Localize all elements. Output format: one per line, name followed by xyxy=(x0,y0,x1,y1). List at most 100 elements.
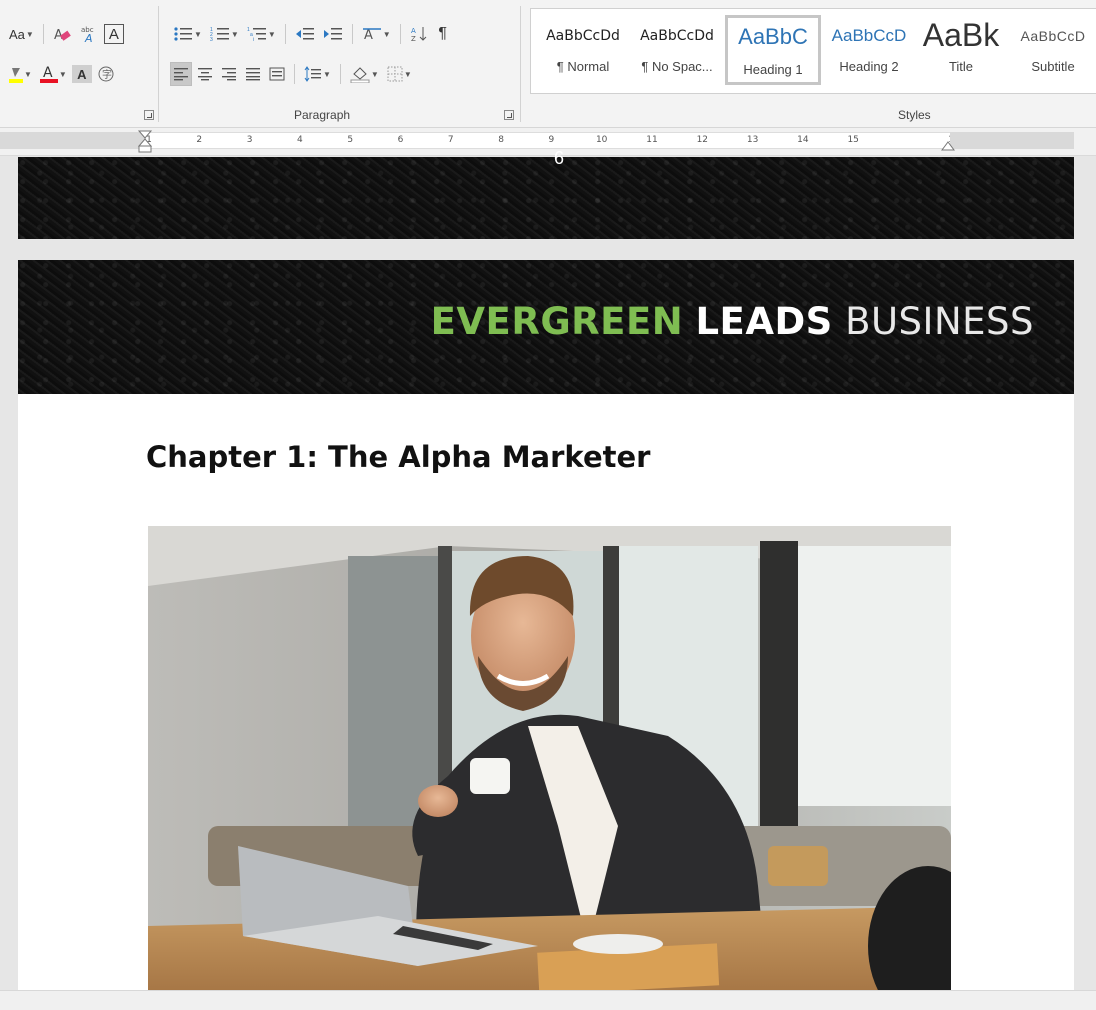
character-shading-button[interactable]: A xyxy=(71,65,92,83)
style-sample: AaBbCcDd xyxy=(546,28,620,44)
align-left-icon xyxy=(174,68,188,81)
style-subtitle[interactable]: AaBbCcD Subtitle xyxy=(1009,15,1096,85)
borders-button[interactable]: ▼ xyxy=(384,62,415,86)
pilcrow-icon: ¶ xyxy=(438,25,447,42)
character-border-button[interactable]: A xyxy=(103,24,124,44)
sort-button[interactable]: AZ xyxy=(407,22,431,46)
increase-indent-icon xyxy=(323,28,342,40)
page-texture xyxy=(18,157,1074,239)
brand-word-business: BUSINESS xyxy=(845,300,1034,343)
brand-logo: EVERGREEN LEADS BUSINESS xyxy=(431,300,1034,343)
align-left-button[interactable] xyxy=(170,62,192,86)
ruler-tick-label: 3 xyxy=(246,135,253,145)
paragraph-dialog-launcher[interactable] xyxy=(504,110,514,120)
style-sample: AaBbCcD xyxy=(831,26,907,45)
shading-button[interactable]: ▼ xyxy=(347,62,382,86)
line-spacing-button[interactable]: ▼ xyxy=(301,62,334,86)
numbering-button[interactable]: 123 ▼ xyxy=(207,22,242,46)
chevron-down-icon: ▼ xyxy=(382,29,391,39)
show-hide-marks-button[interactable]: ¶ xyxy=(433,22,453,46)
style-heading-2[interactable]: AaBbCcD Heading 2 xyxy=(825,15,913,85)
indent-marker-icon[interactable] xyxy=(138,130,152,154)
align-right-button[interactable] xyxy=(218,62,240,86)
ruler-tick-label: 8 xyxy=(498,135,504,145)
svg-text:Z: Z xyxy=(411,35,416,43)
svg-text:A: A xyxy=(411,27,416,35)
ruler-tick-label: 5 xyxy=(347,135,354,145)
asian-layout-icon: A xyxy=(362,28,381,42)
horizontal-scrollbar[interactable] xyxy=(0,990,1096,1010)
divider xyxy=(399,24,401,44)
font-dialog-launcher[interactable] xyxy=(144,110,154,120)
chevron-down-icon: ▼ xyxy=(370,69,379,79)
style-name: Heading 2 xyxy=(839,59,899,74)
multilevel-list-button[interactable]: 1ai ▼ xyxy=(244,22,279,46)
style-heading-1[interactable]: AaBbC Heading 1 xyxy=(725,15,821,85)
office-photo-illustration xyxy=(148,526,951,990)
document-canvas[interactable]: 6 EVERGREEN LEADS BUSINESS Chapter 1: Th… xyxy=(0,148,1096,990)
increase-indent-button[interactable] xyxy=(320,22,346,46)
ruler-strip: 211234567891011121314151718 xyxy=(0,132,1074,149)
phonetic-guide-icon: abcA xyxy=(81,26,94,44)
style-sample: AaBbCcD xyxy=(1020,28,1086,44)
clear-formatting-button[interactable]: A xyxy=(50,22,74,46)
svg-text:A: A xyxy=(43,65,53,81)
asian-layout-button[interactable]: A ▼ xyxy=(359,22,394,46)
style-sample: AaBk xyxy=(922,17,1000,53)
font-toolbar-row-1: Aa ▼ A abc A A xyxy=(6,22,124,46)
ruler-tick-label: 9 xyxy=(548,135,555,145)
styles-group-label: Styles xyxy=(898,108,931,122)
chevron-down-icon: ▼ xyxy=(267,29,276,39)
ruler-tick-label: 6 xyxy=(397,135,404,145)
divider xyxy=(42,24,44,44)
change-case-button[interactable]: Aa ▼ xyxy=(6,22,37,46)
ruler-left-margin xyxy=(0,132,146,149)
change-case-label: Aa xyxy=(9,26,25,42)
style-name: Heading 1 xyxy=(743,62,803,77)
style-normal[interactable]: AaBbCcDd ¶ Normal xyxy=(537,15,629,85)
chapter-heading[interactable]: Chapter 1: The Alpha Marketer xyxy=(146,440,650,474)
horizontal-ruler[interactable]: 211234567891011121314151718 xyxy=(0,128,1096,156)
ruler-tick-label: 13 xyxy=(746,135,759,145)
bullets-icon xyxy=(174,27,192,41)
highlighter-icon xyxy=(9,68,23,83)
ribbon: Aa ▼ A abc A A ▼ A ▼ A 字 ▼ 123 ▼ 1 a i ▼… xyxy=(0,0,1096,128)
decrease-indent-button[interactable] xyxy=(292,22,318,46)
bullets-button[interactable]: ▼ xyxy=(170,22,205,46)
style-name: ¶ No Spac... xyxy=(641,59,713,74)
ruler-tick-label: 15 xyxy=(847,135,859,145)
right-indent-marker-icon[interactable] xyxy=(941,140,955,152)
distributed-button[interactable] xyxy=(266,62,288,86)
svg-text:i: i xyxy=(253,37,254,42)
style-title[interactable]: AaBk Title xyxy=(919,15,1003,85)
chevron-down-icon: ▼ xyxy=(194,29,202,39)
svg-text:A: A xyxy=(364,28,373,42)
style-sample: AaBbC xyxy=(738,24,808,49)
distributed-icon xyxy=(269,67,285,81)
justify-button[interactable] xyxy=(242,62,264,86)
chevron-down-icon: ▼ xyxy=(58,69,67,79)
divider xyxy=(339,64,341,84)
align-center-icon xyxy=(198,68,212,81)
ruler-tick-label: 14 xyxy=(797,135,809,145)
character-shading-label: A xyxy=(77,66,87,82)
paragraph-toolbar-row-1: ▼ 123 ▼ 1ai ▼ A ▼ AZ ¶ xyxy=(170,22,453,46)
font-color-button[interactable]: A ▼ xyxy=(37,62,70,86)
svg-text:字: 字 xyxy=(102,68,112,81)
ruler-right-margin xyxy=(950,132,1074,149)
paint-bucket-icon xyxy=(350,67,370,83)
style-no-spacing[interactable]: AaBbCcDd ¶ No Spac... xyxy=(631,15,723,85)
enclose-characters-button[interactable]: 字 xyxy=(94,62,118,86)
enclose-characters-icon: 字 xyxy=(98,66,114,82)
sort-icon: AZ xyxy=(411,27,427,43)
phonetic-guide-button[interactable]: abc A xyxy=(76,22,102,46)
style-name: Subtitle xyxy=(1031,59,1075,74)
group-divider xyxy=(158,6,159,122)
ruler-tick-label: 7 xyxy=(447,135,454,145)
align-center-button[interactable] xyxy=(194,62,216,86)
chevron-down-icon: ▼ xyxy=(230,29,239,39)
eraser-icon: A xyxy=(54,28,71,43)
businessman-photo[interactable] xyxy=(148,526,951,990)
highlight-color-button[interactable]: ▼ xyxy=(6,62,35,86)
document-page[interactable]: EVERGREEN LEADS BUSINESS Chapter 1: The … xyxy=(18,260,1074,990)
